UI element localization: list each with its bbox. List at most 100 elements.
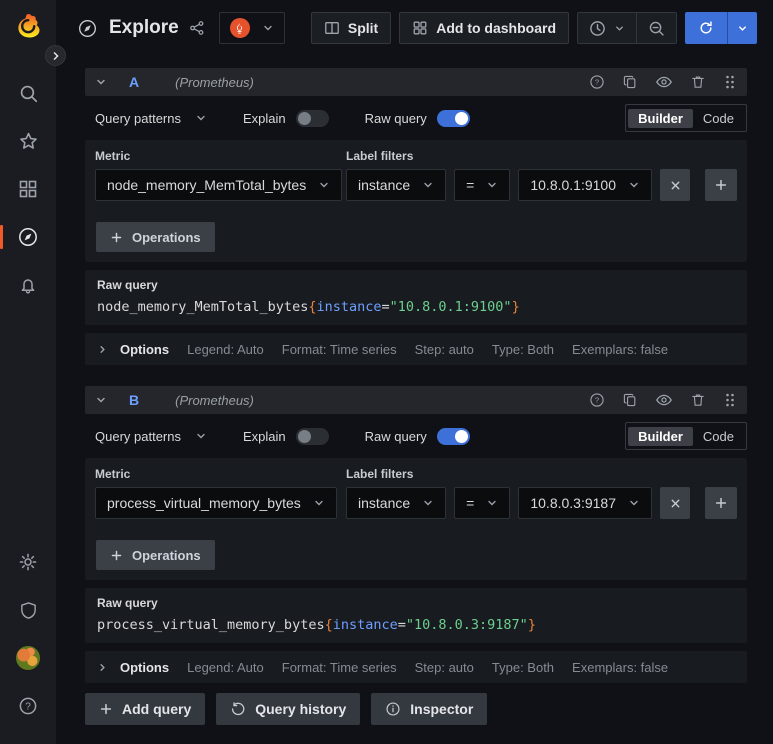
sidebar-expand-button[interactable] (45, 45, 66, 66)
chevron-down-icon (195, 430, 207, 442)
plus-icon (714, 496, 728, 510)
raw-query-expression: node_memory_MemTotal_bytes{instance="10.… (97, 299, 520, 315)
query-help-icon[interactable]: ? (589, 74, 605, 90)
add-filter-button[interactable] (705, 487, 737, 519)
drag-handle-icon[interactable] (723, 392, 737, 408)
svg-text:?: ? (595, 396, 599, 405)
user-avatar (16, 646, 40, 670)
time-range-button[interactable] (578, 13, 636, 43)
query-options-row[interactable]: Options Legend: Auto Format: Time series… (85, 651, 747, 683)
filter-label-select[interactable]: instance (346, 487, 447, 519)
options-exemplars: Exemplars: false (572, 341, 669, 357)
datasource-picker[interactable] (218, 12, 285, 44)
drag-handle-icon[interactable] (723, 74, 737, 90)
operations-label: Operations (132, 229, 201, 245)
query-history-button[interactable]: Query history (216, 693, 361, 725)
filter-label-select[interactable]: instance (346, 169, 447, 201)
raw-query-toggle-label: Raw query (364, 428, 427, 444)
run-query-button[interactable] (685, 12, 727, 44)
options-format: Format: Time series (281, 659, 397, 675)
query-help-icon[interactable]: ? (589, 392, 605, 408)
hide-response-eye-icon[interactable] (655, 73, 673, 91)
chevron-right-icon (97, 662, 108, 673)
remove-query-trash-icon[interactable] (690, 392, 706, 408)
filter-operator-select[interactable]: = (454, 169, 511, 201)
split-button[interactable]: Split (310, 12, 392, 44)
add-query-button[interactable]: Add query (85, 693, 206, 725)
sidebar-item-alerting[interactable] (0, 261, 56, 309)
chevron-down-icon (486, 497, 498, 509)
chevron-down-icon (195, 112, 207, 124)
dashboards-grid-icon (18, 179, 38, 199)
duplicate-query-icon[interactable] (622, 392, 638, 408)
filter-operator-select[interactable]: = (454, 487, 511, 519)
filter-value-select[interactable]: 10.8.0.1:9100 (518, 169, 652, 201)
search-icon (18, 83, 39, 104)
sidebar-item-explore[interactable] (0, 213, 56, 261)
split-label: Split (347, 20, 379, 36)
apps-grid-icon (412, 20, 428, 36)
filter-label-value: instance (358, 177, 411, 193)
add-to-dashboard-button[interactable]: Add to dashboard (399, 12, 569, 44)
code-tab[interactable]: Code (693, 427, 744, 446)
sidebar-item-configuration[interactable] (0, 538, 56, 586)
sidebar-item-help[interactable]: ? (0, 682, 56, 730)
query-refid[interactable]: A (129, 74, 139, 90)
explain-label: Explain (243, 428, 286, 444)
toggle-knob (297, 429, 311, 443)
hide-response-eye-icon[interactable] (655, 391, 673, 409)
chevron-down-icon (737, 23, 748, 34)
split-view-icon (324, 20, 340, 36)
query-patterns-dropdown[interactable]: Query patterns (95, 111, 207, 126)
remove-filter-button[interactable] (660, 169, 690, 201)
query-patterns-dropdown[interactable]: Query patterns (95, 429, 207, 444)
help-icon: ? (18, 696, 38, 716)
remove-filter-button[interactable] (660, 487, 690, 519)
raw-query-toggle[interactable] (436, 427, 470, 445)
add-operations-button[interactable]: Operations (96, 222, 215, 252)
metric-field-label: Metric (95, 467, 131, 481)
code-tab[interactable]: Code (693, 109, 744, 128)
collapse-caret-icon[interactable] (95, 394, 107, 406)
sidebar-item-search[interactable] (0, 69, 56, 117)
time-picker-group (577, 12, 677, 44)
query-history-label: Query history (255, 701, 347, 717)
datasource-hint: (Prometheus) (175, 74, 254, 90)
sidebar-item-profile[interactable] (0, 634, 56, 682)
gear-icon (18, 552, 38, 572)
filter-value: 10.8.0.1:9100 (530, 177, 616, 193)
metric-select[interactable]: node_memory_MemTotal_bytes (95, 169, 343, 201)
refresh-icon (698, 20, 714, 36)
sidebar-item-starred[interactable] (0, 117, 56, 165)
query-builder-card: Metric node_memory_MemTotal_bytes Label … (85, 140, 747, 262)
label-filters-label: Label filters (346, 467, 414, 481)
metric-field-label: Metric (95, 149, 131, 163)
sidebar-item-dashboards[interactable] (0, 165, 56, 213)
builder-tab[interactable]: Builder (628, 426, 693, 446)
collapse-caret-icon[interactable] (95, 76, 107, 88)
star-icon (18, 131, 39, 152)
metric-select[interactable]: process_virtual_memory_bytes (95, 487, 337, 519)
duplicate-query-icon[interactable] (622, 74, 638, 90)
remove-query-trash-icon[interactable] (690, 74, 706, 90)
topbar: Explore Split Add to dashboard (56, 0, 773, 56)
inspector-button[interactable]: Inspector (371, 693, 488, 725)
compass-icon (17, 226, 39, 248)
add-filter-button[interactable] (705, 169, 737, 201)
query-patterns-label: Query patterns (95, 110, 181, 126)
query-options-row[interactable]: Options Legend: Auto Format: Time series… (85, 333, 747, 365)
builder-tab[interactable]: Builder (628, 108, 693, 128)
grafana-logo-icon[interactable] (12, 11, 44, 43)
sidebar-item-server-admin[interactable] (0, 586, 56, 634)
filter-value-select[interactable]: 10.8.0.3:9187 (518, 487, 652, 519)
zoom-out-time-button[interactable] (636, 13, 676, 43)
raw-query-toggle[interactable] (436, 109, 470, 127)
explain-toggle[interactable] (295, 427, 329, 445)
builder-code-switch: Builder Code (625, 104, 747, 132)
query-refid[interactable]: B (129, 392, 139, 408)
share-icon[interactable] (189, 20, 205, 36)
add-operations-button[interactable]: Operations (96, 540, 215, 570)
explain-toggle[interactable] (295, 109, 329, 127)
run-query-interval-dropdown[interactable] (727, 12, 757, 44)
chevron-down-icon (628, 179, 640, 191)
